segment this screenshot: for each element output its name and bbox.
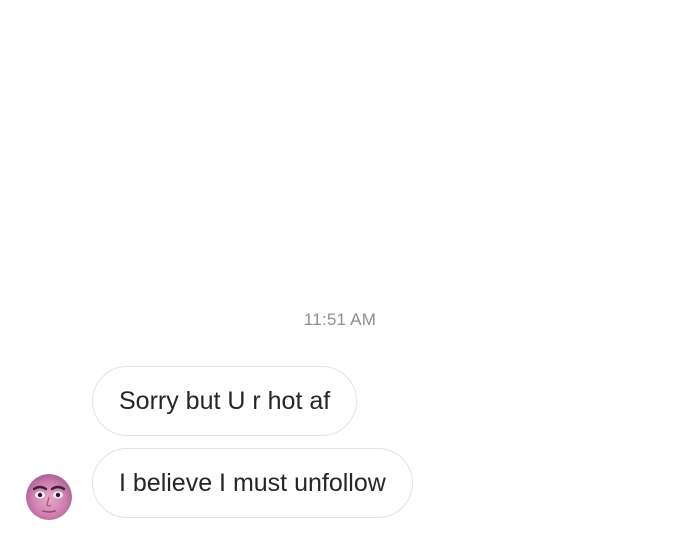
sender-avatar[interactable] xyxy=(26,474,72,520)
user-avatar-photo-icon xyxy=(26,474,72,520)
received-message-bubble[interactable]: I believe I must unfollow xyxy=(92,448,413,518)
chat-thread: 11:51 AM Sorry but U r hot af I believe … xyxy=(0,0,680,546)
message-timestamp: 11:51 AM xyxy=(303,310,377,329)
received-message-bubble[interactable]: Sorry but U r hot af xyxy=(92,366,358,436)
